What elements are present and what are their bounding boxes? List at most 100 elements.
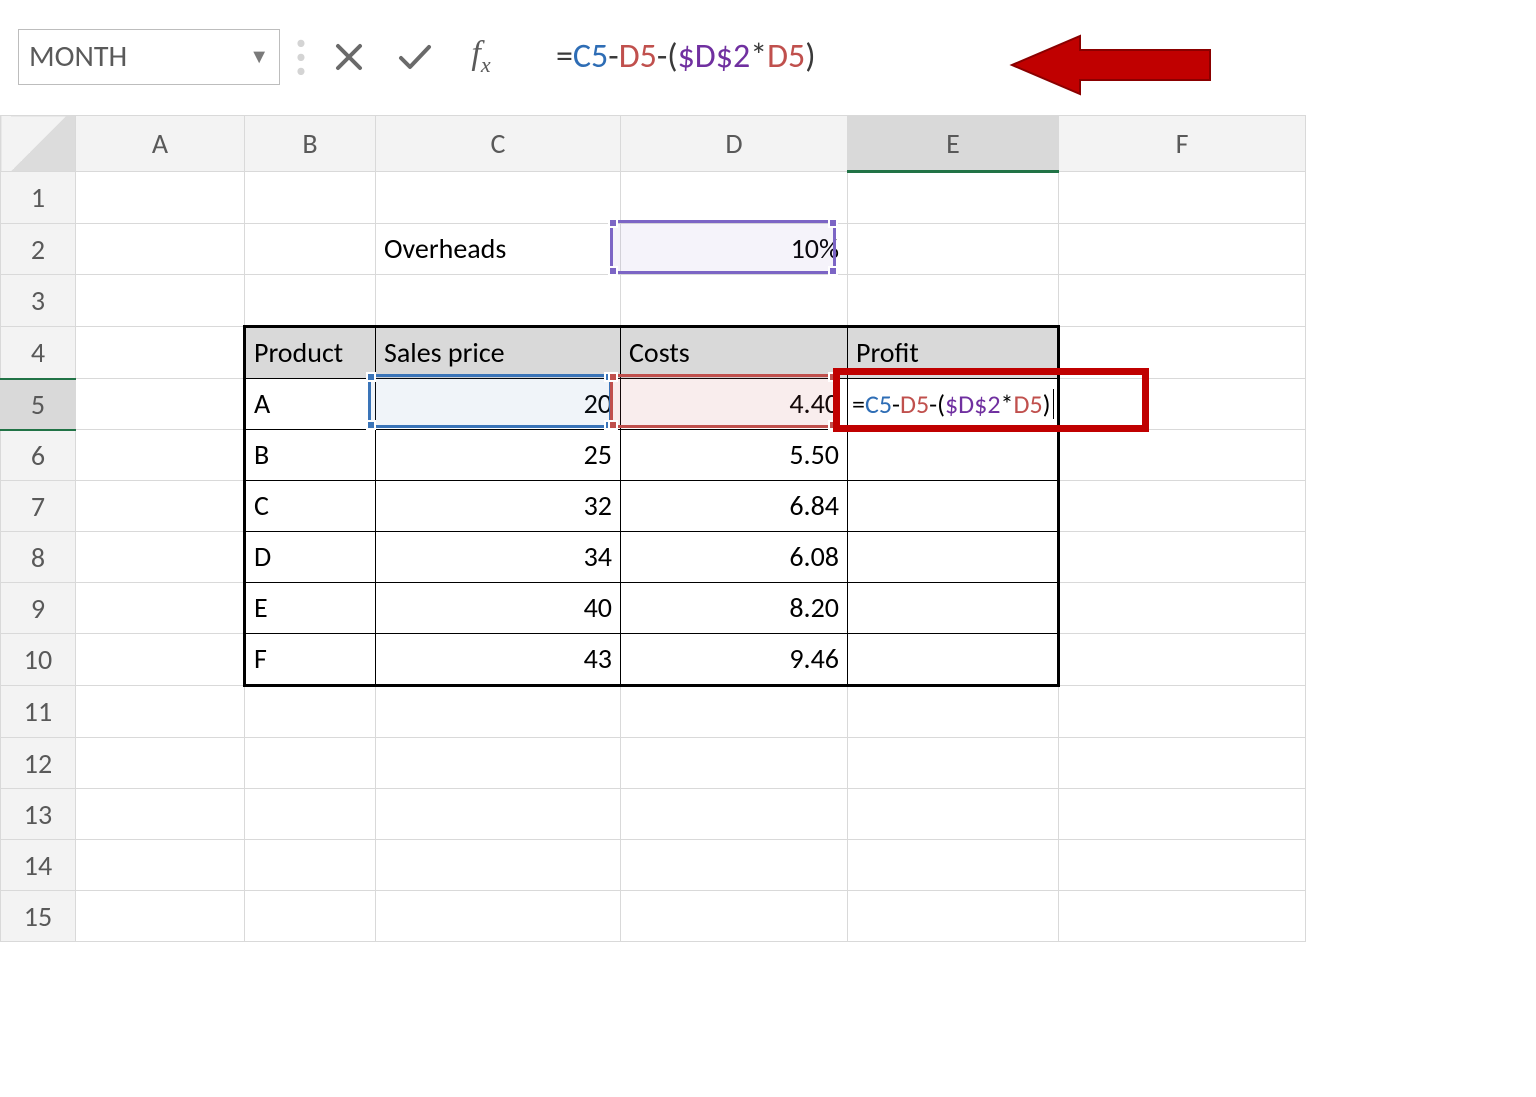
cell[interactable] [76,430,245,481]
col-header-F[interactable]: F [1059,116,1306,172]
cell[interactable] [76,789,245,840]
cell[interactable] [245,891,376,942]
cell[interactable] [621,789,848,840]
profit-cell[interactable] [848,430,1059,481]
col-header-D[interactable]: D [621,116,848,172]
cell[interactable] [76,686,245,738]
row-header-8[interactable]: 8 [1,532,76,583]
sales-cell[interactable]: 34 [376,532,621,583]
cell[interactable] [376,891,621,942]
cell[interactable] [1059,840,1306,891]
profit-cell[interactable] [848,532,1059,583]
costs-cell[interactable]: 9.46 [621,634,848,686]
header-product[interactable]: Product [245,327,376,379]
cell[interactable] [1059,789,1306,840]
row-header-13[interactable]: 13 [1,789,76,840]
cell[interactable] [76,532,245,583]
cell[interactable] [621,891,848,942]
cancel-button[interactable] [322,30,376,84]
cell[interactable] [848,840,1059,891]
cell[interactable] [76,275,245,327]
cell[interactable] [245,738,376,789]
cell[interactable] [848,789,1059,840]
cell[interactable] [848,738,1059,789]
row-header-15[interactable]: 15 [1,891,76,942]
row-header-6[interactable]: 6 [1,430,76,481]
cell[interactable] [76,840,245,891]
cell[interactable] [848,172,1059,224]
cell[interactable] [376,789,621,840]
cell[interactable] [76,224,245,275]
cell[interactable] [76,738,245,789]
row-header-3[interactable]: 3 [1,275,76,327]
cell[interactable] [376,840,621,891]
costs-cell[interactable]: 8.20 [621,583,848,634]
row-header-2[interactable]: 2 [1,224,76,275]
cell[interactable] [376,275,621,327]
profit-cell[interactable] [848,634,1059,686]
col-header-E[interactable]: E [848,116,1059,172]
cell[interactable] [245,686,376,738]
enter-button[interactable] [388,30,442,84]
cell[interactable] [621,738,848,789]
dropdown-icon[interactable]: ▼ [249,45,269,69]
row-header-9[interactable]: 9 [1,583,76,634]
cell[interactable] [1059,430,1306,481]
cell[interactable] [1059,583,1306,634]
row-header-4[interactable]: 4 [1,327,76,379]
cell[interactable] [848,891,1059,942]
cell[interactable] [245,172,376,224]
sales-cell[interactable]: 25 [376,430,621,481]
cell[interactable] [1059,686,1306,738]
sales-cell[interactable]: 32 [376,481,621,532]
cell[interactable] [376,738,621,789]
cell[interactable] [621,275,848,327]
profit-cell[interactable] [848,481,1059,532]
row-header-10[interactable]: 10 [1,634,76,686]
row-header-12[interactable]: 12 [1,738,76,789]
product-cell[interactable]: A [245,379,376,430]
cell[interactable] [1059,481,1306,532]
cell[interactable] [76,891,245,942]
overheads-label-cell[interactable]: Overheads [376,224,621,275]
cell[interactable] [1059,172,1306,224]
cell[interactable] [621,172,848,224]
row-header-1[interactable]: 1 [1,172,76,224]
product-cell[interactable]: C [245,481,376,532]
cell[interactable] [621,686,848,738]
header-costs[interactable]: Costs [621,327,848,379]
name-box[interactable]: MONTH ▼ [18,29,280,85]
col-header-C[interactable]: C [376,116,621,172]
cell[interactable] [76,481,245,532]
cell[interactable] [621,840,848,891]
costs-cell[interactable]: 5.50 [621,430,848,481]
cell[interactable] [76,634,245,686]
cell[interactable] [245,275,376,327]
row-header-7[interactable]: 7 [1,481,76,532]
cell[interactable] [1059,532,1306,583]
cell[interactable] [1059,891,1306,942]
cell[interactable] [376,686,621,738]
row-header-11[interactable]: 11 [1,686,76,738]
cell[interactable] [245,840,376,891]
cell[interactable] [848,686,1059,738]
row-header-14[interactable]: 14 [1,840,76,891]
cell[interactable] [1059,738,1306,789]
select-all-corner[interactable] [1,116,76,172]
profit-cell[interactable] [848,583,1059,634]
row-header-5[interactable]: 5 [1,379,76,430]
sales-cell[interactable]: 40 [376,583,621,634]
cell[interactable] [848,275,1059,327]
product-cell[interactable]: F [245,634,376,686]
product-cell[interactable]: B [245,430,376,481]
cell[interactable] [76,379,245,430]
product-cell[interactable]: D [245,532,376,583]
product-cell[interactable]: E [245,583,376,634]
cell[interactable] [76,327,245,379]
cell[interactable] [1059,275,1306,327]
cell[interactable] [245,789,376,840]
insert-function-button[interactable]: fx [454,30,514,84]
col-header-A[interactable]: A [76,116,245,172]
cell[interactable] [76,172,245,224]
cell[interactable] [1059,224,1306,275]
